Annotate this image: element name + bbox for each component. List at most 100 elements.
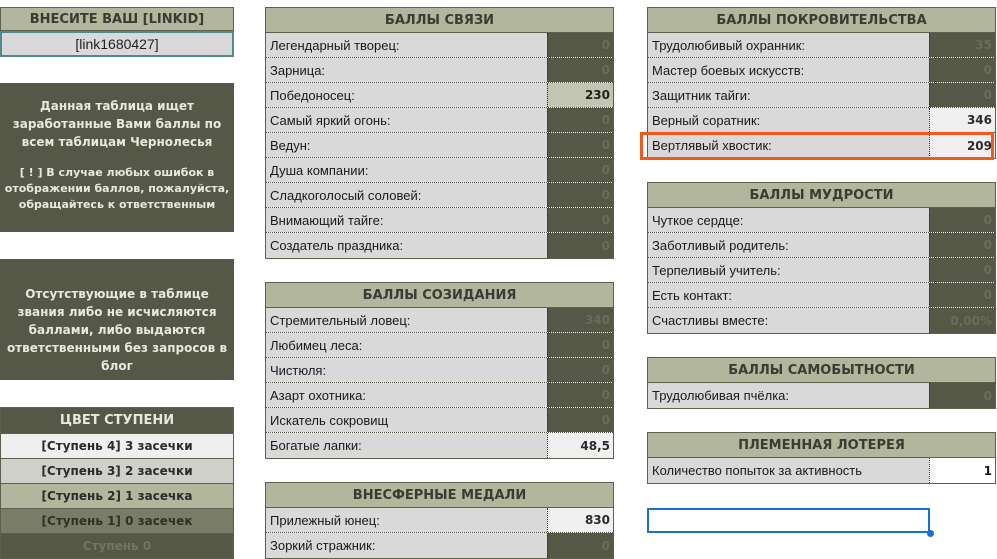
table-row[interactable]: Трудолюбивый охранник: 35 — [648, 33, 995, 58]
row-label: Создатель праздника: — [266, 233, 547, 258]
row-label: Терпеливый учитель: — [648, 258, 929, 282]
table-row[interactable]: Искатель сокровищ 0 — [266, 408, 613, 433]
row-label: Чуткое сердце: — [648, 208, 929, 232]
row-label: Победоносец: — [266, 83, 547, 107]
sozidaniya-table: БАЛЛЫ СОЗИДАНИЯ Стремительный ловец: 340 Л… — [265, 282, 614, 459]
table-row[interactable]: Ведун: 0 — [266, 133, 613, 158]
row-value: 0 — [547, 208, 613, 232]
row-value: 48,5 — [547, 433, 613, 458]
table-row[interactable]: Количество попыток за активность 1 — [648, 458, 995, 483]
medali-header: ВНЕСФЕРНЫЕ МЕДАЛИ — [265, 482, 614, 508]
row-value: 0 — [929, 233, 995, 257]
table-row[interactable]: Счастливы вместе: 0,00% — [648, 308, 995, 333]
row-label: Зоркий стражник: — [266, 533, 547, 558]
pokrov-table: БАЛЛЫ ПОКРОВИТЕЛЬСТВА Трудолюбивый охран… — [647, 7, 996, 159]
steps-list: [Ступень 4] 3 засечки [Ступень 3] 2 засеч… — [0, 434, 234, 559]
table-row[interactable]: Азарт охотника: 0 — [266, 383, 613, 408]
sozidaniya-header: БАЛЛЫ СОЗИДАНИЯ — [265, 282, 614, 308]
selected-cell[interactable] — [647, 508, 930, 533]
loterea-table: ПЛЕМЕННАЯ ЛОТЕРЕЯ Количество попыток за … — [647, 432, 996, 484]
table-row[interactable]: Верный соратник: 346 — [648, 108, 995, 133]
step-item: [Ступень 1] 0 засечек — [1, 509, 233, 534]
row-value: 0 — [547, 158, 613, 182]
info-warning: [ ! ] В случае любых ошибок в отображени… — [4, 166, 230, 211]
table-row[interactable]: Мастер боевых искусств: 0 — [648, 58, 995, 83]
row-label: Трудолюбивая пчёлка: — [648, 383, 929, 408]
table-row[interactable]: Прилежный юнец: 830 — [266, 508, 613, 533]
row-label: Заботливый родитель: — [648, 233, 929, 257]
row-value: 0 — [547, 133, 613, 157]
row-value: 0 — [547, 33, 613, 57]
row-label: Внимающий тайге: — [266, 208, 547, 232]
row-label: Количество попыток за активность — [648, 458, 929, 483]
table-row[interactable]: Легендарный творец: 0 — [266, 33, 613, 58]
table-row[interactable]: Трудолюбивая пчёлка: 0 — [648, 383, 995, 408]
table-row[interactable]: Зоркий стражник: 0 — [266, 533, 613, 558]
info-box: Данная таблица ищет заработанные Вами ба… — [0, 83, 234, 232]
row-value: 0 — [547, 108, 613, 132]
row-label: Прилежный юнец: — [266, 508, 547, 532]
table-row[interactable]: Терпеливый учитель: 0 — [648, 258, 995, 283]
row-label: Трудолюбивый охранник: — [648, 33, 929, 57]
row-label: Легендарный творец: — [266, 33, 547, 57]
loterea-header: ПЛЕМЕННАЯ ЛОТЕРЕЯ — [647, 432, 996, 458]
svyazi-table: БАЛЛЫ СВЯЗИ Легендарный творец: 0 Зарница:… — [265, 7, 614, 259]
row-value: 0 — [929, 283, 995, 307]
notice-box: Отсутствующие в таблице звания либо не и… — [0, 259, 234, 380]
linkid-header: ВНЕСИТЕ ВАШ [LINKID] — [0, 7, 234, 31]
table-row[interactable]: Сладкоголосый соловей: 0 — [266, 183, 613, 208]
row-value: 0 — [929, 383, 995, 408]
row-value: 0 — [547, 533, 613, 558]
samobyt-header: БАЛЛЫ САМОБЫТНОСТИ — [647, 357, 996, 383]
pokrov-header: БАЛЛЫ ПОКРОВИТЕЛЬСТВА — [647, 7, 996, 33]
table-row[interactable]: Внимающий тайге: 0 — [266, 208, 613, 233]
table-row[interactable]: Создатель праздника: 0 — [266, 233, 613, 258]
row-value: 346 — [929, 108, 995, 132]
table-row[interactable]: Стремительный ловец: 340 — [266, 308, 613, 333]
row-label: Верный соратник: — [648, 108, 929, 132]
row-label: Есть контакт: — [648, 283, 929, 307]
row-value: 0 — [929, 208, 995, 232]
fill-handle[interactable] — [927, 530, 934, 537]
row-value: 0,00% — [929, 308, 995, 333]
row-label: Искатель сокровищ — [266, 408, 547, 432]
row-value: 0 — [547, 408, 613, 432]
row-value: 0 — [929, 83, 995, 107]
table-row[interactable]: Самый яркий огонь: 0 — [266, 108, 613, 133]
table-row[interactable]: Победоносец: 230 — [266, 83, 613, 108]
svyazi-header: БАЛЛЫ СВЯЗИ — [265, 7, 614, 33]
row-label: Богатые лапки: — [266, 433, 547, 458]
row-label: Любимец леса: — [266, 333, 547, 357]
row-label: Защитник тайги: — [648, 83, 929, 107]
samobyt-table: БАЛЛЫ САМОБЫТНОСТИ Трудолюбивая пчёлка: 0 — [647, 357, 996, 409]
linkid-input[interactable]: [link1680427] — [0, 31, 234, 57]
row-value: 230 — [547, 83, 613, 107]
row-label: Вертлявый хвостик: — [648, 133, 929, 158]
mudrosti-header: БАЛЛЫ МУДРОСТИ — [647, 182, 996, 208]
row-value: 0 — [929, 258, 995, 282]
row-value: 830 — [547, 508, 613, 532]
table-row[interactable]: Чистюля: 0 — [266, 358, 613, 383]
row-label: Душа компании: — [266, 158, 547, 182]
row-value: 1 — [929, 458, 995, 483]
table-row[interactable]: Любимец леса: 0 — [266, 333, 613, 358]
step-item: [Ступень 2] 1 засечка — [1, 484, 233, 509]
row-value: 0 — [547, 233, 613, 258]
row-label: Стремительный ловец: — [266, 308, 547, 332]
table-row[interactable]: Заботливый родитель: 0 — [648, 233, 995, 258]
row-label: Мастер боевых искусств: — [648, 58, 929, 82]
table-row[interactable]: Богатые лапки: 48,5 — [266, 433, 613, 458]
row-value: 0 — [547, 183, 613, 207]
info-text: Данная таблица ищет заработанные Вами ба… — [12, 99, 222, 149]
table-row[interactable]: Чуткое сердце: 0 — [648, 208, 995, 233]
table-row[interactable]: Защитник тайги: 0 — [648, 83, 995, 108]
row-value: 340 — [547, 308, 613, 332]
table-row[interactable]: Есть контакт: 0 — [648, 283, 995, 308]
table-row[interactable]: Зарница: 0 — [266, 58, 613, 83]
row-value: 0 — [547, 383, 613, 407]
table-row[interactable]: Душа компании: 0 — [266, 158, 613, 183]
table-row[interactable]: Вертлявый хвостик: 209 — [648, 133, 995, 158]
steps-header: ЦВЕТ СТУПЕНИ — [0, 407, 234, 434]
row-label: Счастливы вместе: — [648, 308, 929, 333]
row-label: Чистюля: — [266, 358, 547, 382]
